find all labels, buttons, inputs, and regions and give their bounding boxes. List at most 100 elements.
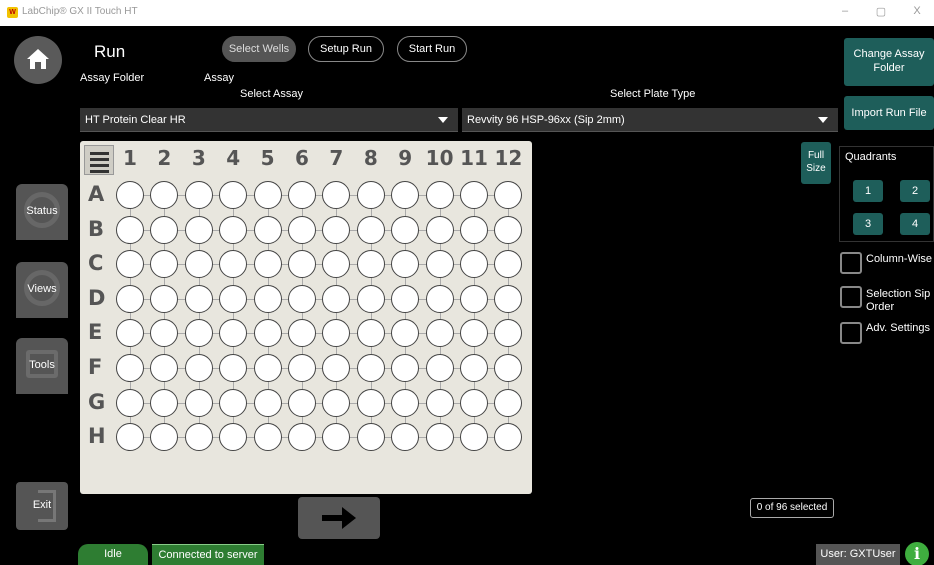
well-D4[interactable] [219, 284, 248, 313]
well-A6[interactable] [288, 181, 316, 209]
well-C2[interactable] [150, 250, 179, 279]
quadrant-3-button[interactable]: 3 [853, 213, 883, 235]
full-size-button[interactable]: Full Size [801, 142, 831, 184]
column-header-4[interactable]: 4 [216, 146, 250, 170]
well-G1[interactable] [116, 388, 144, 417]
row-header-G[interactable]: G [88, 390, 114, 414]
well-E9[interactable] [391, 319, 420, 348]
well-C3[interactable] [184, 250, 213, 279]
well-F7[interactable] [322, 354, 351, 382]
well-B9[interactable] [391, 215, 420, 244]
well-H7[interactable] [322, 423, 351, 452]
well-A7[interactable] [322, 181, 351, 209]
row-header-A[interactable]: A [88, 182, 114, 206]
well-C1[interactable] [116, 250, 144, 279]
well-D2[interactable] [150, 284, 179, 313]
well-H6[interactable] [288, 423, 316, 452]
well-A10[interactable] [425, 181, 454, 209]
quadrant-1-button[interactable]: 1 [853, 180, 883, 202]
well-G2[interactable] [150, 388, 179, 417]
column-header-7[interactable]: 7 [319, 146, 353, 170]
row-header-B[interactable]: B [88, 217, 114, 241]
well-C10[interactable] [425, 250, 454, 279]
well-F4[interactable] [219, 354, 248, 382]
well-B4[interactable] [219, 215, 248, 244]
well-D5[interactable] [253, 284, 282, 313]
well-F8[interactable] [356, 354, 385, 382]
well-A12[interactable] [494, 181, 523, 209]
info-icon[interactable]: i [905, 542, 929, 565]
well-A2[interactable] [150, 181, 179, 209]
well-B1[interactable] [116, 215, 144, 244]
well-D1[interactable] [116, 284, 144, 313]
well-E7[interactable] [322, 319, 351, 348]
well-D12[interactable] [494, 284, 523, 313]
well-H2[interactable] [150, 423, 179, 452]
well-A11[interactable] [460, 181, 488, 209]
close-button[interactable]: X [902, 5, 932, 17]
well-D7[interactable] [322, 284, 351, 313]
column-header-11[interactable]: 11 [457, 146, 491, 170]
select-all-menu-icon[interactable] [84, 145, 114, 175]
well-C11[interactable] [460, 250, 488, 279]
well-A9[interactable] [391, 181, 420, 209]
well-D10[interactable] [425, 284, 454, 313]
row-header-C[interactable]: C [88, 251, 114, 275]
column-header-10[interactable]: 10 [423, 146, 457, 170]
row-header-D[interactable]: D [88, 286, 114, 310]
well-A8[interactable] [356, 181, 385, 209]
well-H11[interactable] [460, 423, 488, 452]
well-H9[interactable] [391, 423, 420, 452]
well-A1[interactable] [116, 181, 144, 209]
well-D11[interactable] [460, 284, 488, 313]
well-A5[interactable] [253, 181, 282, 209]
well-E10[interactable] [425, 319, 454, 348]
well-C4[interactable] [219, 250, 248, 279]
well-F1[interactable] [116, 354, 144, 382]
well-B6[interactable] [288, 215, 316, 244]
well-G6[interactable] [288, 388, 316, 417]
well-E11[interactable] [460, 319, 488, 348]
column-header-12[interactable]: 12 [491, 146, 525, 170]
tab-start-run[interactable]: Start Run [397, 36, 467, 62]
well-F2[interactable] [150, 354, 179, 382]
change-assay-folder-button[interactable]: Change Assay Folder [844, 38, 934, 86]
tab-select-wells[interactable]: Select Wells [222, 36, 296, 62]
well-C7[interactable] [322, 250, 351, 279]
column-header-1[interactable]: 1 [113, 146, 147, 170]
well-H12[interactable] [494, 423, 523, 452]
column-wise-checkbox[interactable] [840, 252, 862, 274]
well-H5[interactable] [253, 423, 282, 452]
adv-settings-checkbox[interactable] [840, 322, 862, 344]
views-button[interactable]: Views [16, 262, 68, 318]
well-D6[interactable] [288, 284, 316, 313]
assay-dropdown[interactable]: HT Protein Clear HR [80, 108, 458, 132]
well-E5[interactable] [253, 319, 282, 348]
well-A4[interactable] [219, 181, 248, 209]
well-G3[interactable] [184, 388, 213, 417]
well-B3[interactable] [184, 215, 213, 244]
well-B7[interactable] [322, 215, 351, 244]
well-C6[interactable] [288, 250, 316, 279]
well-E3[interactable] [184, 319, 213, 348]
well-D3[interactable] [184, 284, 213, 313]
well-F12[interactable] [494, 354, 523, 382]
well-F3[interactable] [184, 354, 213, 382]
well-C12[interactable] [494, 250, 523, 279]
quadrant-2-button[interactable]: 2 [900, 180, 930, 202]
column-header-3[interactable]: 3 [182, 146, 216, 170]
tab-setup-run[interactable]: Setup Run [308, 36, 384, 62]
well-F10[interactable] [425, 354, 454, 382]
plate-type-dropdown[interactable]: Revvity 96 HSP-96xx (Sip 2mm) [462, 108, 838, 132]
well-C5[interactable] [253, 250, 282, 279]
status-button[interactable]: Status [16, 184, 68, 240]
import-run-file-button[interactable]: Import Run File [844, 96, 934, 130]
well-F5[interactable] [253, 354, 282, 382]
well-B11[interactable] [460, 215, 488, 244]
well-B2[interactable] [150, 215, 179, 244]
column-header-6[interactable]: 6 [285, 146, 319, 170]
well-G5[interactable] [253, 388, 282, 417]
row-header-F[interactable]: F [88, 355, 114, 379]
well-E2[interactable] [150, 319, 179, 348]
well-D9[interactable] [391, 284, 420, 313]
